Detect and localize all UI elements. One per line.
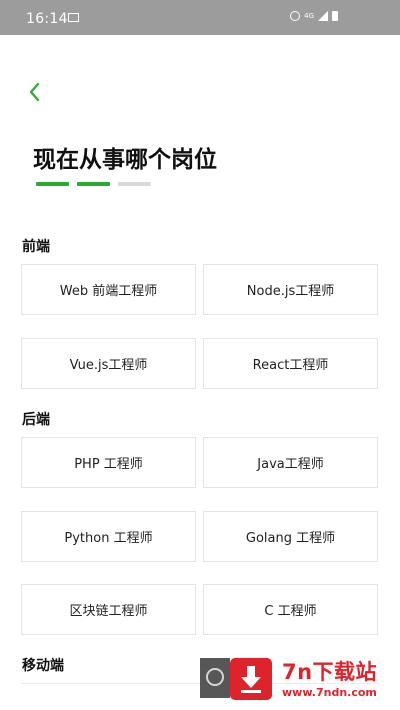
status-time: 16:14 [26, 11, 68, 27]
status-icons: 4G [290, 11, 338, 21]
download-logo-icon [230, 658, 272, 700]
watermark-title: 7n下载站 [282, 660, 378, 684]
progress-step-1 [36, 182, 69, 186]
section-title-backend: 后端 [22, 412, 50, 428]
status-bar: 16:14 4G [0, 0, 400, 35]
option-blockchain[interactable]: 区块链工程师 [21, 584, 196, 635]
option-java[interactable]: Java工程师 [203, 437, 378, 488]
chevron-left-icon [29, 82, 40, 102]
option-web-frontend[interactable]: Web 前端工程师 [21, 264, 196, 315]
option-react[interactable]: React工程师 [203, 338, 378, 389]
option-nodejs[interactable]: Node.js工程师 [203, 264, 378, 315]
progress-step-3 [118, 182, 151, 186]
back-button[interactable] [24, 80, 48, 104]
option-golang[interactable]: Golang 工程师 [203, 511, 378, 562]
alarm-icon [290, 11, 301, 21]
battery-icon [332, 11, 338, 21]
section-title-frontend: 前端 [22, 239, 50, 255]
option-php[interactable]: PHP 工程师 [21, 437, 196, 488]
watermark-url: www.7ndn.com [282, 686, 377, 699]
step-progress [36, 182, 151, 186]
signal-icon [318, 11, 328, 21]
page-title: 现在从事哪个岗位 [33, 147, 217, 173]
progress-step-2 [77, 182, 110, 186]
image-notification-icon [68, 13, 79, 22]
option-python[interactable]: Python 工程师 [21, 511, 196, 562]
option-c[interactable]: C 工程师 [203, 584, 378, 635]
section-title-mobile: 移动端 [22, 658, 64, 674]
option-vuejs[interactable]: Vue.js工程师 [21, 338, 196, 389]
watermark-badge [200, 658, 230, 698]
download-arrow-icon [241, 666, 261, 693]
network-type: 4G [304, 11, 314, 20]
